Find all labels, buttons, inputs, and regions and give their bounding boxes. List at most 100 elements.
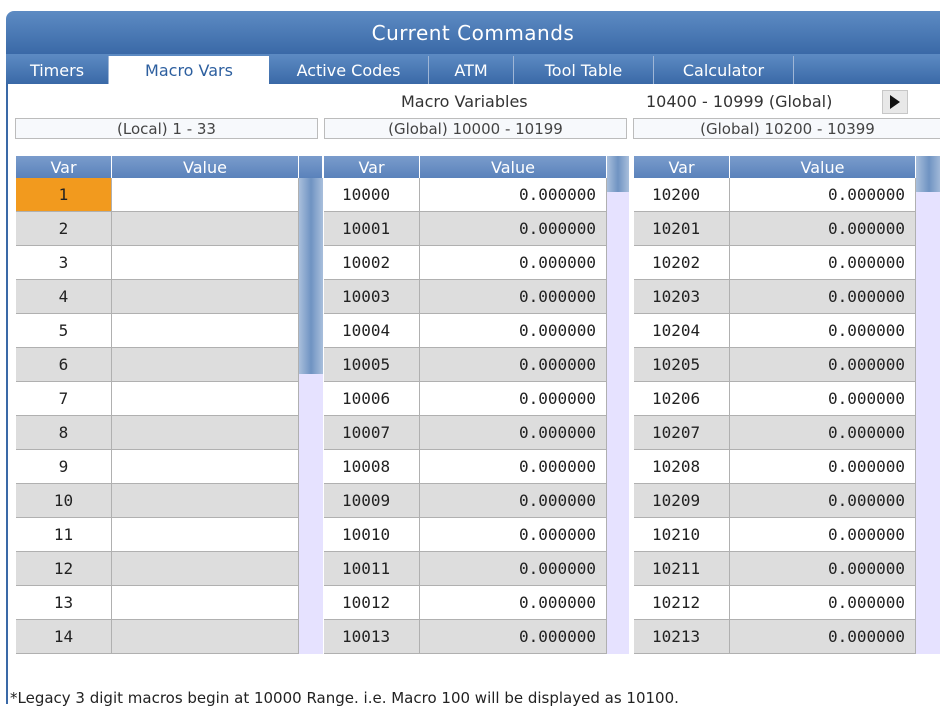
value-cell[interactable]: 0.000000 xyxy=(420,246,607,279)
value-cell[interactable]: 0.000000 xyxy=(420,450,607,483)
table-row[interactable]: 12 xyxy=(16,552,299,586)
table-row[interactable]: 3 xyxy=(16,246,299,280)
var-cell[interactable]: 10201 xyxy=(634,212,730,245)
tab-atm[interactable]: ATM xyxy=(429,56,514,84)
value-cell[interactable] xyxy=(112,348,299,381)
tab-active-codes[interactable]: Active Codes xyxy=(269,56,429,84)
table-row[interactable]: 10207 0.000000 xyxy=(634,416,916,450)
table-row[interactable]: 10004 0.000000 xyxy=(324,314,607,348)
value-cell[interactable]: 0.000000 xyxy=(730,178,916,211)
table-row[interactable]: 10206 0.000000 xyxy=(634,382,916,416)
value-cell[interactable] xyxy=(112,382,299,415)
var-cell[interactable]: 10202 xyxy=(634,246,730,279)
value-cell[interactable]: 0.000000 xyxy=(730,620,916,653)
value-cell[interactable]: 0.000000 xyxy=(420,314,607,347)
table-row[interactable]: 10201 0.000000 xyxy=(634,212,916,246)
table-row[interactable]: 5 xyxy=(16,314,299,348)
var-cell[interactable]: 10008 xyxy=(324,450,420,483)
var-cell[interactable]: 10010 xyxy=(324,518,420,551)
var-cell[interactable]: 10207 xyxy=(634,416,730,449)
table-row[interactable]: 10210 0.000000 xyxy=(634,518,916,552)
value-cell[interactable]: 0.000000 xyxy=(730,280,916,313)
next-range-button[interactable] xyxy=(882,90,908,114)
table-row[interactable]: 10002 0.000000 xyxy=(324,246,607,280)
var-cell[interactable]: 10206 xyxy=(634,382,730,415)
value-cell[interactable]: 0.000000 xyxy=(730,246,916,279)
table-row[interactable]: 10005 0.000000 xyxy=(324,348,607,382)
value-cell[interactable] xyxy=(112,178,299,211)
var-cell[interactable]: 14 xyxy=(16,620,112,653)
var-cell[interactable]: 3 xyxy=(16,246,112,279)
value-cell[interactable]: 0.000000 xyxy=(420,178,607,211)
var-cell[interactable]: 10001 xyxy=(324,212,420,245)
value-cell[interactable]: 0.000000 xyxy=(730,586,916,619)
var-cell[interactable]: 5 xyxy=(16,314,112,347)
table-row[interactable]: 9 xyxy=(16,450,299,484)
table-row[interactable]: 10013 0.000000 xyxy=(324,620,607,654)
var-cell[interactable]: 10208 xyxy=(634,450,730,483)
value-cell[interactable] xyxy=(112,416,299,449)
value-cell[interactable] xyxy=(112,314,299,347)
var-cell[interactable]: 6 xyxy=(16,348,112,381)
value-cell[interactable] xyxy=(112,246,299,279)
table-row[interactable]: 10001 0.000000 xyxy=(324,212,607,246)
table-row[interactable]: 10008 0.000000 xyxy=(324,450,607,484)
value-cell[interactable]: 0.000000 xyxy=(730,552,916,585)
tab-calculator[interactable]: Calculator xyxy=(654,56,794,84)
table-row[interactable]: 10211 0.000000 xyxy=(634,552,916,586)
table-row[interactable]: 10012 0.000000 xyxy=(324,586,607,620)
value-cell[interactable]: 0.000000 xyxy=(730,212,916,245)
var-cell[interactable]: 2 xyxy=(16,212,112,245)
value-cell[interactable]: 0.000000 xyxy=(420,484,607,517)
table-row[interactable]: 13 xyxy=(16,586,299,620)
var-cell[interactable]: 10210 xyxy=(634,518,730,551)
var-cell[interactable]: 10209 xyxy=(634,484,730,517)
table-row[interactable]: 1 xyxy=(16,178,299,212)
value-cell[interactable]: 0.000000 xyxy=(730,518,916,551)
var-cell[interactable]: 10004 xyxy=(324,314,420,347)
table-row[interactable]: 10011 0.000000 xyxy=(324,552,607,586)
table-row[interactable]: 10010 0.000000 xyxy=(324,518,607,552)
tab-timers[interactable]: Timers xyxy=(6,56,109,84)
table-row[interactable]: 10007 0.000000 xyxy=(324,416,607,450)
var-cell[interactable]: 10211 xyxy=(634,552,730,585)
value-cell[interactable]: 0.000000 xyxy=(420,280,607,313)
var-cell[interactable]: 10 xyxy=(16,484,112,517)
table-row[interactable]: 2 xyxy=(16,212,299,246)
value-cell[interactable]: 0.000000 xyxy=(420,552,607,585)
var-cell[interactable]: 4 xyxy=(16,280,112,313)
table-row[interactable]: 10203 0.000000 xyxy=(634,280,916,314)
var-cell[interactable]: 10011 xyxy=(324,552,420,585)
var-cell[interactable]: 1 xyxy=(16,178,112,211)
table-row[interactable]: 10003 0.000000 xyxy=(324,280,607,314)
value-cell[interactable]: 0.000000 xyxy=(730,348,916,381)
var-cell[interactable]: 10205 xyxy=(634,348,730,381)
var-cell[interactable]: 10009 xyxy=(324,484,420,517)
var-cell[interactable]: 10002 xyxy=(324,246,420,279)
var-cell[interactable]: 10213 xyxy=(634,620,730,653)
table-row[interactable]: 10213 0.000000 xyxy=(634,620,916,654)
tab-tool-table[interactable]: Tool Table xyxy=(514,56,654,84)
tab-macro-vars[interactable]: Macro Vars xyxy=(109,56,269,84)
global2-scrollbar[interactable] xyxy=(916,178,940,654)
var-cell[interactable]: 10006 xyxy=(324,382,420,415)
var-cell[interactable]: 12 xyxy=(16,552,112,585)
table-row[interactable]: 10212 0.000000 xyxy=(634,586,916,620)
value-cell[interactable]: 0.000000 xyxy=(730,450,916,483)
table-row[interactable]: 10006 0.000000 xyxy=(324,382,607,416)
table-row[interactable]: 10000 0.000000 xyxy=(324,178,607,212)
value-cell[interactable]: 0.000000 xyxy=(730,416,916,449)
table-row[interactable]: 10009 0.000000 xyxy=(324,484,607,518)
var-cell[interactable]: 10005 xyxy=(324,348,420,381)
value-cell[interactable] xyxy=(112,280,299,313)
value-cell[interactable] xyxy=(112,620,299,653)
var-cell[interactable]: 10007 xyxy=(324,416,420,449)
var-cell[interactable]: 10003 xyxy=(324,280,420,313)
value-cell[interactable]: 0.000000 xyxy=(420,416,607,449)
var-cell[interactable]: 10212 xyxy=(634,586,730,619)
value-cell[interactable] xyxy=(112,212,299,245)
var-cell[interactable]: 10204 xyxy=(634,314,730,347)
var-cell[interactable]: 8 xyxy=(16,416,112,449)
table-row[interactable]: 10205 0.000000 xyxy=(634,348,916,382)
var-cell[interactable]: 13 xyxy=(16,586,112,619)
